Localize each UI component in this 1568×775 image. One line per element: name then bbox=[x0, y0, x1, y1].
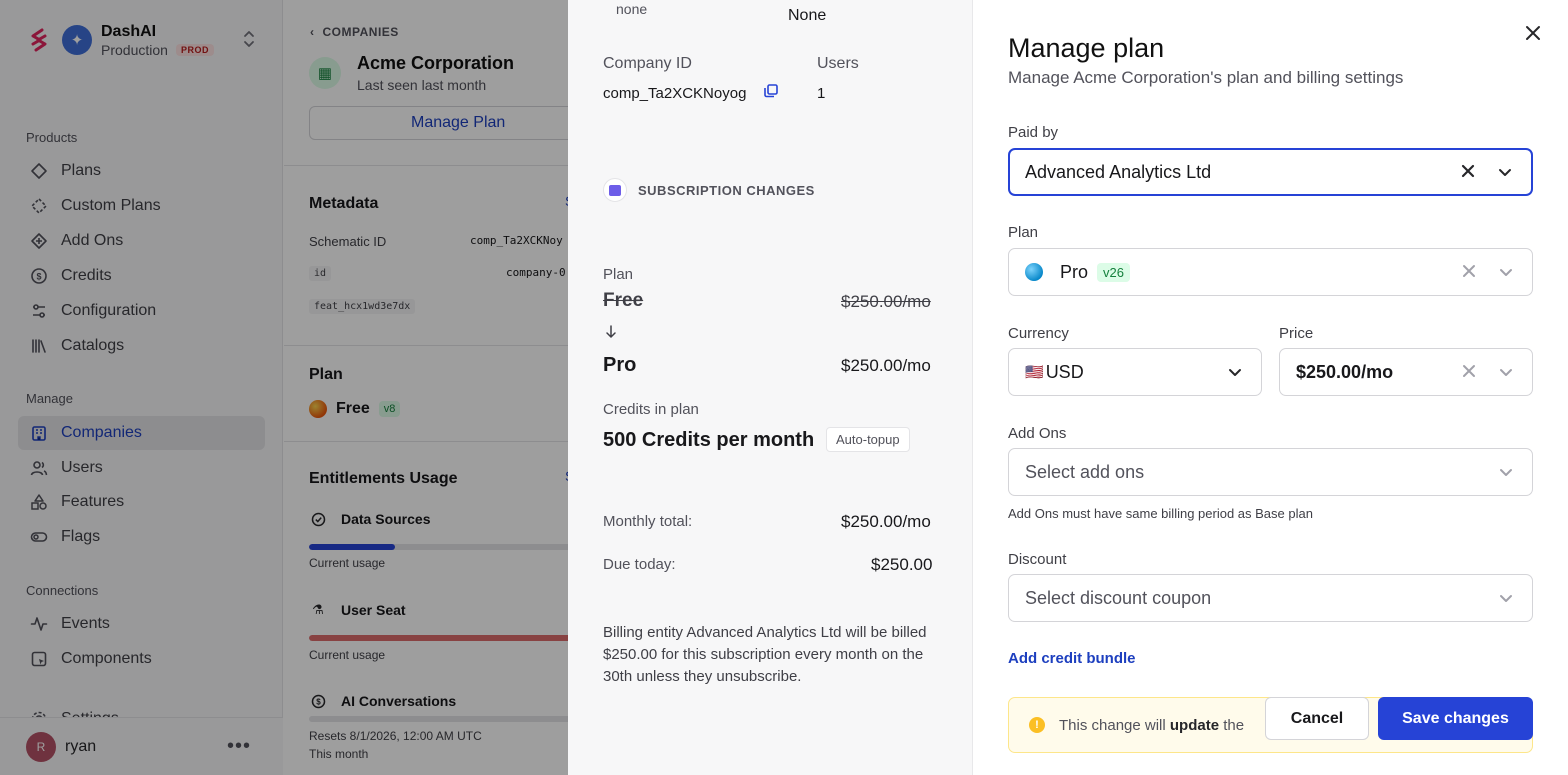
clear-icon[interactable] bbox=[1462, 362, 1476, 383]
discount-placeholder: Select discount coupon bbox=[1025, 587, 1212, 608]
users-value: 1 bbox=[817, 85, 826, 102]
price-value: $250.00/mo bbox=[1296, 361, 1394, 382]
chevron-down-icon[interactable] bbox=[1498, 464, 1514, 480]
subscription-changes-title: SUBSCRIPTION CHANGES bbox=[638, 182, 815, 198]
addons-help-text: Add Ons must have same billing period as… bbox=[1008, 506, 1313, 521]
chevron-down-icon[interactable] bbox=[1498, 590, 1514, 606]
currency-select[interactable]: 🇺🇸 USD bbox=[1008, 348, 1262, 396]
billing-note: Billing entity Advanced Analytics Ltd wi… bbox=[603, 624, 927, 685]
drawer-subtitle: Manage Acme Corporation's plan and billi… bbox=[1008, 68, 1404, 87]
plan-value: Pro bbox=[1060, 261, 1089, 282]
addons-placeholder: Select add ons bbox=[1025, 461, 1145, 482]
price-label: Price bbox=[1279, 325, 1314, 342]
paid-by-value: Advanced Analytics Ltd bbox=[1025, 161, 1212, 182]
close-icon[interactable] bbox=[1521, 24, 1545, 48]
warning-text-bold: update bbox=[1169, 716, 1220, 734]
subscription-icon bbox=[603, 178, 627, 202]
plan-version-badge: v26 bbox=[1097, 262, 1130, 282]
plan-label: Plan bbox=[1008, 224, 1039, 241]
company-id-label: Company ID bbox=[603, 55, 692, 72]
due-today-value: $250.00 bbox=[871, 555, 933, 574]
monthly-total-label: Monthly total: bbox=[603, 513, 693, 530]
drawer-title: Manage plan bbox=[1008, 33, 1165, 63]
old-plan-name: Free bbox=[603, 290, 644, 311]
discount-label: Discount bbox=[1008, 551, 1067, 568]
modal-backdrop[interactable] bbox=[0, 0, 568, 775]
discount-select[interactable]: Select discount coupon bbox=[1008, 574, 1533, 622]
chevron-down-icon[interactable] bbox=[1497, 164, 1513, 180]
company-id-value: comp_Ta2XCKNoyog bbox=[603, 85, 747, 102]
monthly-total-value: $250.00/mo bbox=[841, 512, 931, 531]
old-plan-price: $250.00/mo bbox=[841, 292, 931, 311]
paid-by-select[interactable]: Advanced Analytics Ltd bbox=[1008, 148, 1533, 196]
warning-icon: ! bbox=[1029, 717, 1045, 733]
auto-topup-badge: Auto-topup bbox=[826, 427, 910, 452]
warning-text-prefix: This change will bbox=[1059, 716, 1166, 734]
prev-value: None bbox=[788, 7, 827, 24]
currency-value: USD bbox=[1045, 361, 1084, 382]
manage-plan-drawer: Manage plan Manage Acme Corporation's pl… bbox=[973, 0, 1568, 775]
add-credit-bundle-link[interactable]: Add credit bundle bbox=[1008, 650, 1136, 667]
arrow-down-icon bbox=[605, 325, 617, 344]
chevron-down-icon[interactable] bbox=[1498, 364, 1514, 380]
prev-key: none bbox=[616, 1, 648, 17]
copy-icon[interactable] bbox=[763, 83, 779, 104]
credits-label: Credits in plan bbox=[603, 401, 699, 418]
clear-icon[interactable] bbox=[1462, 262, 1476, 283]
clear-icon[interactable] bbox=[1461, 162, 1475, 183]
plan-label: Plan bbox=[603, 266, 634, 283]
us-flag-icon: 🇺🇸 bbox=[1025, 364, 1044, 381]
cancel-button[interactable]: Cancel bbox=[1265, 697, 1369, 740]
users-label: Users bbox=[817, 55, 859, 72]
save-changes-button[interactable]: Save changes bbox=[1378, 697, 1533, 740]
chevron-down-icon[interactable] bbox=[1498, 264, 1514, 280]
paid-by-label: Paid by bbox=[1008, 124, 1059, 141]
plan-change-preview: none None Company ID Users comp_Ta2XCKNo… bbox=[568, 0, 973, 775]
credits-value: 500 Credits per month bbox=[603, 429, 815, 451]
addons-select[interactable]: Select add ons bbox=[1008, 448, 1533, 496]
due-today-label: Due today: bbox=[603, 556, 676, 573]
new-plan-price: $250.00/mo bbox=[841, 356, 931, 375]
plan-orb-icon bbox=[1025, 263, 1043, 281]
plan-select[interactable]: Pro v26 bbox=[1008, 248, 1533, 296]
price-select[interactable]: $250.00/mo bbox=[1279, 348, 1533, 396]
chevron-down-icon[interactable] bbox=[1227, 364, 1243, 380]
currency-label: Currency bbox=[1008, 325, 1069, 342]
warning-text-suffix: the bbox=[1223, 716, 1245, 734]
new-plan-name: Pro bbox=[603, 354, 637, 376]
addons-label: Add Ons bbox=[1008, 425, 1067, 442]
